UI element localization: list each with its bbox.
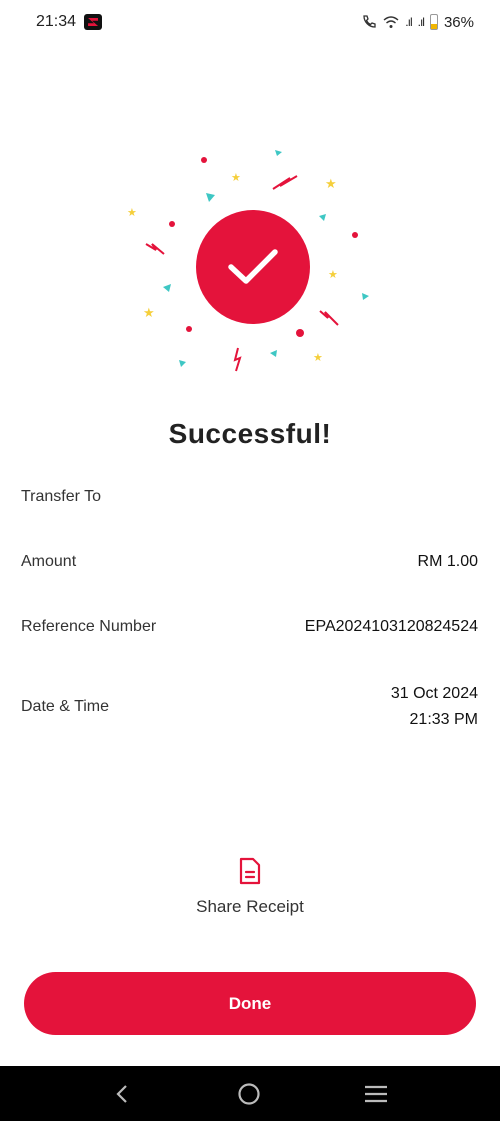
confetti-squiggle bbox=[233, 347, 242, 372]
reference-value: EPA2024103120824524 bbox=[304, 618, 478, 635]
reference-label: Reference Number bbox=[21, 618, 157, 635]
transfer-to-row: Transfer To bbox=[21, 488, 478, 506]
success-badge bbox=[196, 210, 310, 324]
confetti-star: ★ bbox=[127, 207, 137, 219]
confetti-squiggle bbox=[272, 175, 298, 190]
home-icon[interactable] bbox=[236, 1081, 262, 1107]
confetti-triangle bbox=[319, 214, 326, 221]
confetti-squiggle bbox=[319, 310, 339, 326]
confetti-dot bbox=[186, 326, 192, 332]
menu-icon[interactable] bbox=[363, 1082, 389, 1106]
back-icon[interactable] bbox=[111, 1082, 135, 1106]
datetime-row: Date & Time 31 Oct 2024 21:33 PM bbox=[21, 682, 478, 732]
success-title: Successful! bbox=[168, 418, 332, 449]
transfer-to-label: Transfer To bbox=[21, 488, 102, 505]
amount-value: RM 1.00 bbox=[417, 553, 478, 570]
confetti-dot bbox=[352, 232, 358, 238]
checkmark-icon bbox=[228, 249, 278, 284]
datetime-label: Date & Time bbox=[21, 698, 110, 715]
date-value: 31 Oct 2024 bbox=[390, 685, 478, 702]
confetti-triangle bbox=[362, 293, 369, 300]
done-button[interactable]: Done bbox=[24, 972, 476, 1035]
confetti-star: ★ bbox=[231, 172, 241, 184]
confetti-star: ★ bbox=[143, 305, 155, 320]
confetti-dot bbox=[296, 329, 304, 337]
confetti-decoration: ★ ★ ★ ★ ★ ★ bbox=[127, 150, 369, 372]
confetti-triangle bbox=[206, 193, 215, 202]
confetti-dot bbox=[169, 221, 175, 227]
confetti-star: ★ bbox=[325, 176, 337, 191]
share-receipt-label: Share Receipt bbox=[196, 897, 304, 916]
document-icon bbox=[239, 857, 261, 885]
confetti-star: ★ bbox=[328, 269, 338, 281]
time-value: 21:33 PM bbox=[409, 711, 478, 728]
amount-row: Amount RM 1.00 bbox=[21, 553, 478, 571]
confetti-triangle bbox=[275, 150, 282, 156]
confetti-dot bbox=[201, 157, 207, 163]
confetti-star: ★ bbox=[313, 352, 323, 364]
confetti-triangle bbox=[163, 284, 171, 292]
amount-label: Amount bbox=[21, 553, 77, 570]
share-receipt-button[interactable]: Share Receipt bbox=[0, 857, 500, 917]
system-nav-bar bbox=[0, 1066, 500, 1121]
confetti-squiggle bbox=[145, 243, 165, 255]
datetime-value: 31 Oct 2024 21:33 PM bbox=[391, 681, 478, 733]
reference-row: Reference Number EPA2024103120824524 bbox=[21, 618, 478, 636]
confetti-triangle bbox=[270, 350, 277, 357]
confetti-triangle bbox=[179, 360, 186, 367]
